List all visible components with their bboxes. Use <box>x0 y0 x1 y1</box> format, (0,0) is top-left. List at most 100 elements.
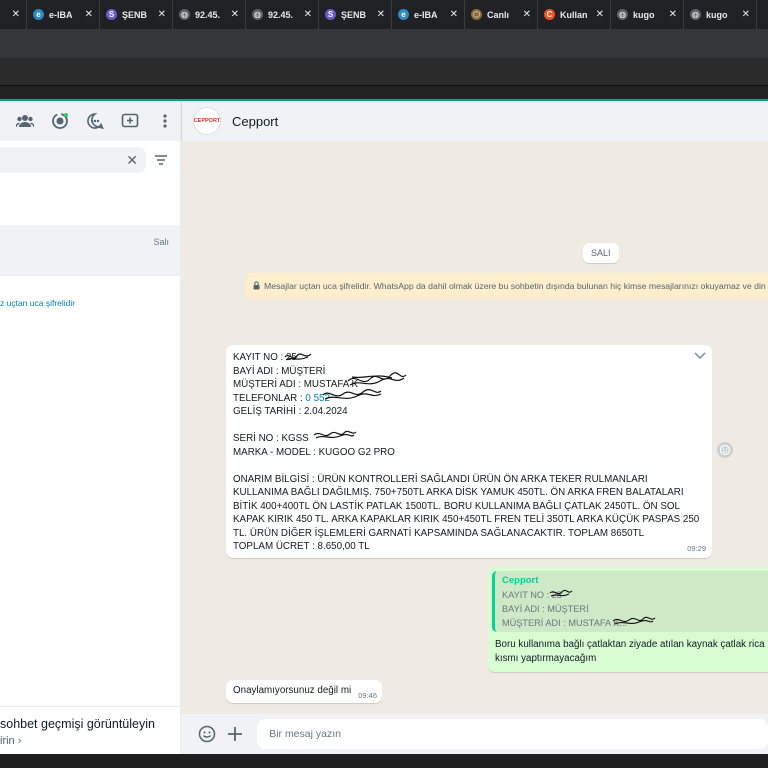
browser-tab-strip: ✕ e e-IBA ✕ S ŞENB ✕ ◍ 92.45. ✕ ◍ 92.45. ✕ S ŞENB ✕ e e-I… <box>0 0 768 29</box>
browser-tab[interactable]: ◍ 92.45. ✕ <box>173 0 246 29</box>
tab-close-icon[interactable]: ✕ <box>158 9 166 20</box>
history-link[interactable]: irin › <box>0 735 181 747</box>
chat-list-pane: ✕ Salı z uçtan uca şifrelidir sohbet geç… <box>0 101 181 754</box>
incoming-message[interactable]: Onaylamıyorsunuz değil mi 09:46 <box>226 680 382 703</box>
s-icon: S <box>325 9 336 20</box>
tab-title: kugo <box>706 9 728 20</box>
redaction-scribble <box>313 430 357 439</box>
msg-line: GELİŞ TARİHİ : 2.04.2024 <box>233 406 348 417</box>
conversation-header[interactable]: CEPPORT Cepport <box>181 101 768 141</box>
redaction-scribble <box>284 353 312 361</box>
e-icon: e <box>398 9 409 20</box>
message-time: 09:29 <box>687 543 706 553</box>
globe-icon: ◍ <box>179 9 190 20</box>
s-icon: S <box>106 9 117 20</box>
communities-icon[interactable] <box>13 109 37 133</box>
c-icon: C <box>544 9 555 20</box>
attach-plus-icon[interactable] <box>225 723 247 745</box>
browser-tab[interactable]: ✕ <box>0 0 27 29</box>
menu-icon[interactable] <box>153 109 177 133</box>
browser-tab[interactable]: S ŞENB ✕ <box>319 0 392 29</box>
msg-line: BAYİ ADI : MÜŞTERİ <box>233 365 326 377</box>
tab-close-icon[interactable]: ✕ <box>12 9 20 20</box>
browser-tab[interactable]: ◍ kugo ✕ <box>684 0 757 29</box>
status-icon[interactable] <box>48 109 72 133</box>
msg-gap <box>233 419 705 433</box>
tab-close-icon[interactable]: ✕ <box>85 9 93 20</box>
tab-close-icon[interactable]: ✕ <box>450 9 458 20</box>
page-top-band <box>0 86 768 99</box>
e-icon: e <box>33 9 44 20</box>
search-input[interactable] <box>0 147 146 173</box>
address-bar[interactable] <box>0 29 768 58</box>
msg-line: MÜŞTERİ ADI : MUSTAFA K <box>233 379 359 390</box>
tab-close-icon[interactable]: ✕ <box>742 9 750 20</box>
message-list: SALI Mesajlar uçtan uca şifrelidir. What… <box>181 141 768 714</box>
bookmarks-bar <box>0 58 768 86</box>
avatar-logo-text: CEPPORT <box>193 118 221 124</box>
globe-icon: ◍ <box>690 9 701 20</box>
emoji-icon[interactable] <box>196 723 218 745</box>
redaction-scribble <box>549 589 573 597</box>
browser-tab[interactable]: e e-IBA ✕ <box>392 0 465 29</box>
globe-icon: ◍ <box>617 9 628 20</box>
channels-icon[interactable] <box>83 109 107 133</box>
tab-close-icon[interactable]: ✕ <box>669 9 677 20</box>
tab-title: ŞENB <box>341 9 367 20</box>
browser-tab[interactable]: ◍ 92.45. ✕ <box>246 0 319 29</box>
chat-list-header <box>0 101 180 141</box>
tab-title: e-IBA <box>49 9 73 20</box>
browser-tab[interactable]: ⬡ Canlı ✕ <box>465 0 538 29</box>
chat-item-day: Salı <box>153 237 169 247</box>
conversation-pane: CEPPORT Cepport SALI Mesajlar uçtan uca … <box>181 101 768 754</box>
browser-tab[interactable]: C Kullan ✕ <box>538 0 611 29</box>
tab-title: kugo <box>633 9 655 20</box>
search-row: ✕ <box>0 141 180 179</box>
tab-title: e-IBA <box>414 9 438 20</box>
message-text: Onaylamıyorsunuz değil mi <box>233 685 352 696</box>
tab-close-icon[interactable]: ✕ <box>377 9 385 20</box>
msg-line: MARKA - MODEL : KUGOO G2 PRO <box>233 446 395 458</box>
search-box: ✕ <box>0 147 146 173</box>
msg-line: SERİ NO : KGSS <box>233 433 309 444</box>
tab-close-icon[interactable]: ✕ <box>523 9 531 20</box>
quoted-sender: Cepport <box>502 575 539 586</box>
avatar[interactable]: CEPPORT <box>193 107 221 135</box>
browser-tab[interactable]: ◍ kugo ✕ <box>611 0 684 29</box>
page-bottom-band <box>0 754 768 768</box>
encryption-banner[interactable]: Mesajlar uçtan uca şifrelidir. WhatsApp … <box>245 273 768 299</box>
reaction-icon[interactable] <box>717 442 733 458</box>
encryption-banner-text: Mesajlar uçtan uca şifrelidir. WhatsApp … <box>264 281 766 291</box>
tab-close-icon[interactable]: ✕ <box>596 9 604 20</box>
msg-line-label: TELEFONLAR : <box>233 392 306 404</box>
quoted-line: KAYIT NO : 25 <box>502 590 562 600</box>
browser-tab[interactable]: S ŞENB ✕ <box>100 0 173 29</box>
repair-info: ONARIM BİLGİSİ : ÜRÜN KONTROLLERİ SAĞLAN… <box>233 473 700 539</box>
tab-title: 92.45. <box>195 9 221 20</box>
browser-tab[interactable]: e e-IBA ✕ <box>27 0 100 29</box>
message-input[interactable] <box>257 719 768 749</box>
tab-close-icon[interactable]: ✕ <box>231 9 239 20</box>
lock-icon <box>253 280 260 292</box>
contact-name[interactable]: Cepport <box>232 114 278 129</box>
msg-line-phone: TELEFONLAR : 0 552 <box>233 392 705 406</box>
message-composer <box>181 714 768 754</box>
msg-gap <box>233 459 705 473</box>
encryption-note[interactable]: z uçtan uca şifrelidir <box>0 298 75 308</box>
incoming-message[interactable]: KAYIT NO : 25 BAYİ ADI : MÜŞTERİ MÜŞTERİ… <box>226 345 712 558</box>
redaction-scribble <box>612 616 656 625</box>
history-link-label: irin <box>0 735 15 747</box>
tab-close-icon[interactable]: ✕ <box>304 9 312 20</box>
globe-icon: ◍ <box>252 9 263 20</box>
history-title: sohbet geçmişi görüntüleyin <box>0 717 155 731</box>
tab-title: Canlı <box>487 9 510 20</box>
message-time: 09:46 <box>358 691 377 700</box>
chat-list-spacer <box>0 179 180 225</box>
chevron-down-icon[interactable] <box>694 351 706 363</box>
chat-list-item[interactable]: Salı <box>0 225 180 276</box>
filter-icon[interactable] <box>150 149 172 171</box>
clear-search-icon[interactable]: ✕ <box>126 152 138 169</box>
history-prompt[interactable]: sohbet geçmişi görüntüleyin irin › <box>0 706 181 754</box>
hex-icon: ⬡ <box>471 9 482 20</box>
new-chat-icon[interactable] <box>118 109 142 133</box>
